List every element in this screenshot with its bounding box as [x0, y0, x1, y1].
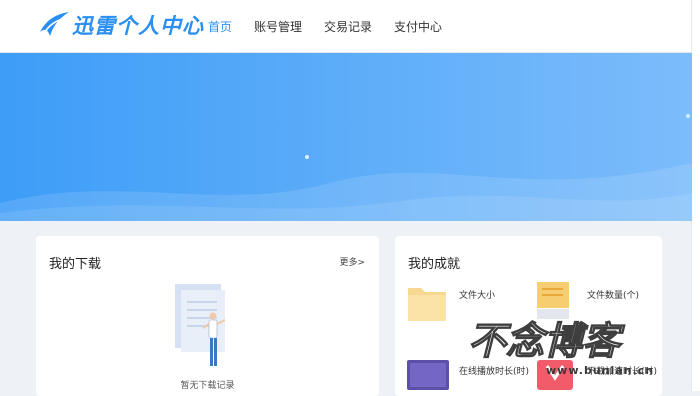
watermark-logo: 不念博客: [468, 318, 626, 362]
empty-download-illustration: [175, 284, 226, 366]
hero-banner: [0, 53, 692, 221]
achievements-title: 我的成就: [408, 257, 461, 272]
video-screen-icon: [407, 360, 449, 390]
main-nav: 首页 账号管理 交易记录 支付中心: [208, 0, 464, 52]
downloads-title: 我的下载: [49, 257, 102, 272]
achievement-play-time-label: 在线播放时长(时): [459, 367, 530, 377]
nav-payment[interactable]: 支付中心: [394, 18, 442, 35]
nav-transactions[interactable]: 交易记录: [324, 18, 372, 35]
watermark-url: www.bunian.cn: [546, 364, 655, 377]
svg-text:不念博客: 不念博客: [468, 319, 625, 362]
thunder-bird-icon: [40, 12, 69, 36]
scrollbar-track[interactable]: [691, 0, 700, 391]
folder-icon: [408, 288, 446, 321]
logo-text: 迅雷个人中心: [72, 14, 204, 38]
document-stack-icon: [537, 282, 569, 319]
logo[interactable]: 迅雷个人中心: [38, 8, 204, 42]
achievement-file-size-label: 文件大小: [459, 291, 496, 301]
empty-downloads-text: 暂无下载记录: [180, 381, 235, 391]
my-downloads-card: 我的下载 更多> 暂无下载记录: [36, 236, 379, 396]
achievement-file-count-label: 文件数量(个): [587, 291, 640, 301]
top-header: 迅雷个人中心 首页 账号管理 交易记录 支付中心: [0, 0, 700, 53]
more-link[interactable]: 更多>: [339, 255, 365, 268]
nav-home[interactable]: 首页: [208, 18, 232, 35]
nav-account[interactable]: 账号管理: [254, 18, 302, 35]
